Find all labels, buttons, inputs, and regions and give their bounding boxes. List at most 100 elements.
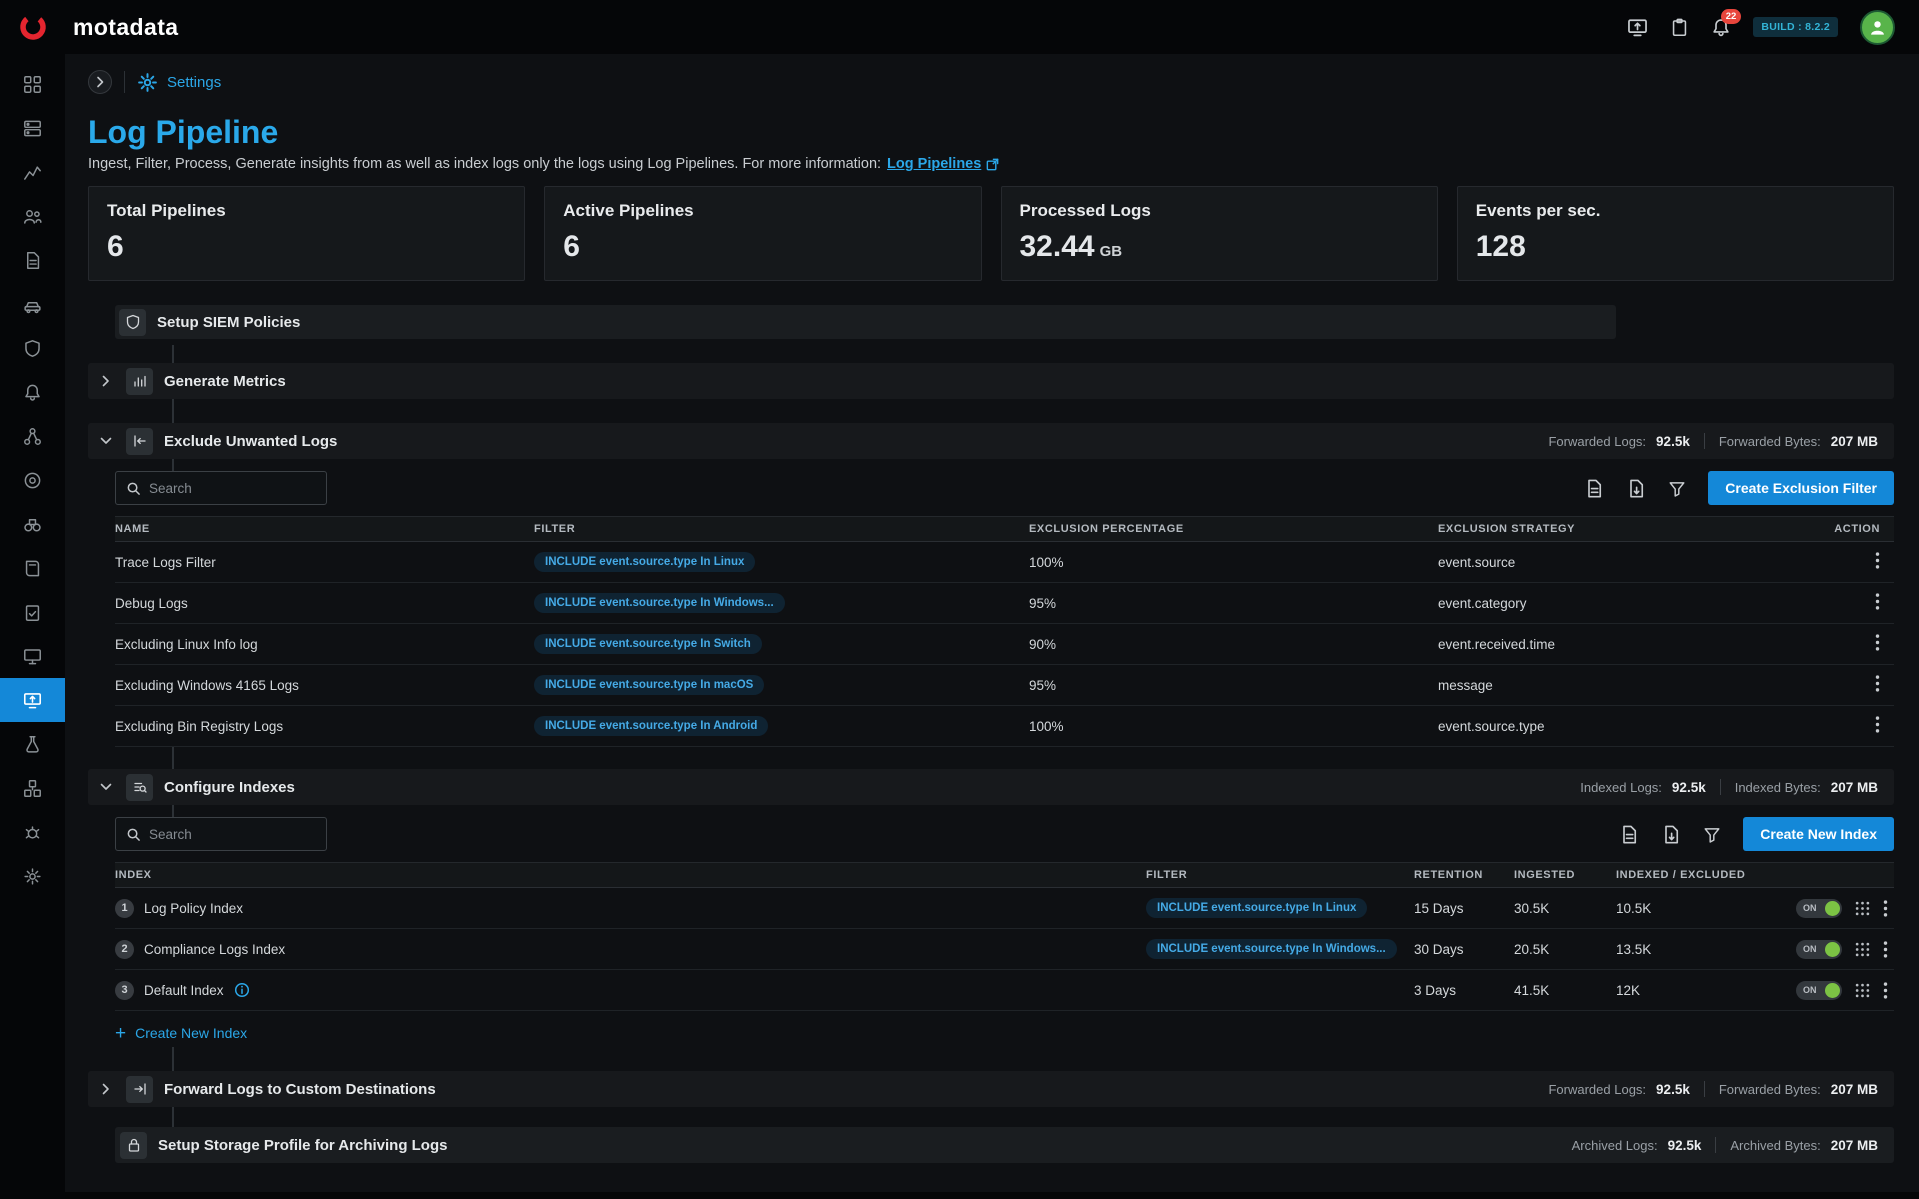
toggle-knob — [1825, 901, 1840, 916]
sidebar-item-servers[interactable] — [0, 106, 65, 150]
chevron-down-icon[interactable] — [97, 783, 115, 791]
kebab-menu-icon[interactable] — [1875, 675, 1880, 692]
table-row[interactable]: 3 Default Index 3 Days 41.5K 12K ON — [115, 970, 1894, 1011]
export-csv-icon[interactable] — [1626, 478, 1646, 499]
sidebar-item-troubleshoot[interactable] — [0, 810, 65, 854]
create-new-index-button[interactable]: Create New Index — [1743, 817, 1894, 851]
exclude-search-input[interactable] — [149, 481, 309, 496]
bell-icon[interactable]: 22 — [1711, 17, 1731, 38]
sidebar-item-topology[interactable] — [0, 414, 65, 458]
index-search-icon — [126, 774, 153, 801]
section-exclude-unwanted-logs[interactable]: Exclude Unwanted Logs Forwarded Logs:92.… — [88, 423, 1894, 459]
stat-card-active-pipelines: Active Pipelines 6 — [544, 186, 981, 281]
index-name: Compliance Logs Index — [144, 942, 285, 957]
exclusion-percentage: 95% — [1029, 596, 1438, 611]
sidebar-item-runbook[interactable] — [0, 546, 65, 590]
clipboard-icon[interactable] — [1670, 17, 1689, 38]
grid-dots-icon[interactable] — [1855, 983, 1870, 998]
section-configure-indexes[interactable]: Configure Indexes Indexed Logs:92.5k Ind… — [88, 769, 1894, 805]
external-link-icon — [985, 157, 1000, 172]
sidebar-item-dashboards[interactable] — [0, 634, 65, 678]
sidebar-item-metrics[interactable] — [0, 150, 65, 194]
grid-dots-icon[interactable] — [1855, 942, 1870, 957]
filter-chip: INCLUDE event.source.type In Windows... — [534, 593, 785, 613]
kebab-menu-icon[interactable] — [1875, 593, 1880, 610]
build-version-badge: BUILD : 8.2.2 — [1753, 17, 1838, 37]
filter-chip: INCLUDE event.source.type In Switch — [534, 634, 762, 654]
exclude-search-box[interactable] — [115, 471, 327, 505]
sidebar-item-discovery[interactable] — [0, 458, 65, 502]
export-pdf-icon[interactable] — [1584, 478, 1604, 499]
gear-icon — [137, 72, 158, 93]
kebab-menu-icon[interactable] — [1875, 634, 1880, 651]
breadcrumb-collapse-button[interactable] — [88, 70, 112, 94]
filter-name: Excluding Windows 4165 Logs — [115, 678, 534, 693]
screen-share-icon[interactable] — [1627, 17, 1648, 38]
filter-funnel-icon[interactable] — [1703, 825, 1721, 844]
index-enabled-toggle[interactable]: ON — [1796, 899, 1842, 918]
table-row[interactable]: 2 Compliance Logs Index INCLUDE event.so… — [115, 929, 1894, 970]
subtitle-text: Ingest, Filter, Process, Generate insigh… — [88, 156, 881, 172]
chevron-right-icon[interactable] — [97, 375, 115, 387]
info-icon[interactable] — [234, 982, 250, 998]
sidebar-item-log-management[interactable] — [0, 678, 65, 722]
kebab-menu-icon[interactable] — [1883, 900, 1888, 917]
sidebar-item-apps[interactable] — [0, 62, 65, 106]
sidebar-item-integrations[interactable] — [0, 766, 65, 810]
sidebar-item-settings[interactable] — [0, 854, 65, 898]
sidebar-item-alerts[interactable] — [0, 370, 65, 414]
table-row[interactable]: Excluding Windows 4165 Logs INCLUDE even… — [115, 665, 1894, 706]
kebab-menu-icon[interactable] — [1883, 982, 1888, 999]
export-pdf-icon[interactable] — [1619, 824, 1639, 845]
grid-dots-icon[interactable] — [1855, 901, 1870, 916]
notification-count-badge: 22 — [1721, 9, 1742, 24]
brand-wordmark: motadata — [73, 14, 178, 41]
kebab-menu-icon[interactable] — [1883, 941, 1888, 958]
table-row[interactable]: Trace Logs Filter INCLUDE event.source.t… — [115, 542, 1894, 583]
table-row[interactable]: Excluding Linux Info log INCLUDE event.s… — [115, 624, 1894, 665]
index-enabled-toggle[interactable]: ON — [1796, 940, 1842, 959]
sidebar-item-analytics[interactable] — [0, 722, 65, 766]
chevron-right-icon[interactable] — [97, 1083, 115, 1095]
index-enabled-toggle[interactable]: ON — [1796, 981, 1842, 1000]
user-avatar[interactable] — [1860, 10, 1895, 45]
table-row[interactable]: Debug Logs INCLUDE event.source.type In … — [115, 583, 1894, 624]
exclusion-strategy: event.received.time — [1438, 637, 1818, 652]
brand-logo-icon[interactable] — [0, 13, 65, 41]
sidebar-item-reports[interactable] — [0, 238, 65, 282]
indexes-search-input[interactable] — [149, 827, 309, 842]
exclusion-strategy: message — [1438, 678, 1818, 693]
section-forward-logs[interactable]: Forward Logs to Custom Destinations Forw… — [88, 1071, 1894, 1107]
index-number: 3 — [115, 981, 134, 1000]
section-setup-siem-policies[interactable]: Setup SIEM Policies — [115, 305, 1616, 339]
indexes-search-box[interactable] — [115, 817, 327, 851]
indexes-table-header: INDEX FILTER RETENTION INGESTED INDEXED … — [115, 862, 1894, 888]
section-generate-metrics[interactable]: Generate Metrics — [88, 363, 1894, 399]
sidebar-item-automation[interactable] — [0, 282, 65, 326]
index-name: Default Index — [144, 983, 224, 998]
filter-chip: INCLUDE event.source.type In Linux — [1146, 898, 1367, 918]
retention: 3 Days — [1414, 983, 1514, 998]
sidebar-item-audit[interactable] — [0, 590, 65, 634]
kebab-menu-icon[interactable] — [1875, 716, 1880, 733]
lock-icon — [120, 1132, 147, 1159]
sidebar-item-users[interactable] — [0, 194, 65, 238]
breadcrumb-settings[interactable]: Settings — [137, 72, 221, 93]
section-setup-storage-profile[interactable]: Setup Storage Profile for Archiving Logs… — [115, 1127, 1894, 1163]
export-csv-icon[interactable] — [1661, 824, 1681, 845]
create-new-index-link[interactable]: + Create New Index — [115, 1019, 247, 1047]
toggle-knob — [1825, 942, 1840, 957]
create-exclusion-filter-button[interactable]: Create Exclusion Filter — [1708, 471, 1894, 505]
filter-funnel-icon[interactable] — [1668, 479, 1686, 498]
kebab-menu-icon[interactable] — [1875, 552, 1880, 569]
chevron-down-icon[interactable] — [97, 437, 115, 445]
shield-icon — [119, 309, 146, 336]
table-row[interactable]: 1 Log Policy Index INCLUDE event.source.… — [115, 888, 1894, 929]
filter-name: Excluding Bin Registry Logs — [115, 719, 534, 734]
exclusion-percentage: 95% — [1029, 678, 1438, 693]
exclude-section-stats: Forwarded Logs:92.5k Forwarded Bytes:207… — [1548, 433, 1878, 449]
sidebar-item-security[interactable] — [0, 326, 65, 370]
table-row[interactable]: Excluding Bin Registry Logs INCLUDE even… — [115, 706, 1894, 747]
sidebar-item-observability[interactable] — [0, 502, 65, 546]
log-pipelines-doc-link[interactable]: Log Pipelines — [887, 156, 1000, 172]
